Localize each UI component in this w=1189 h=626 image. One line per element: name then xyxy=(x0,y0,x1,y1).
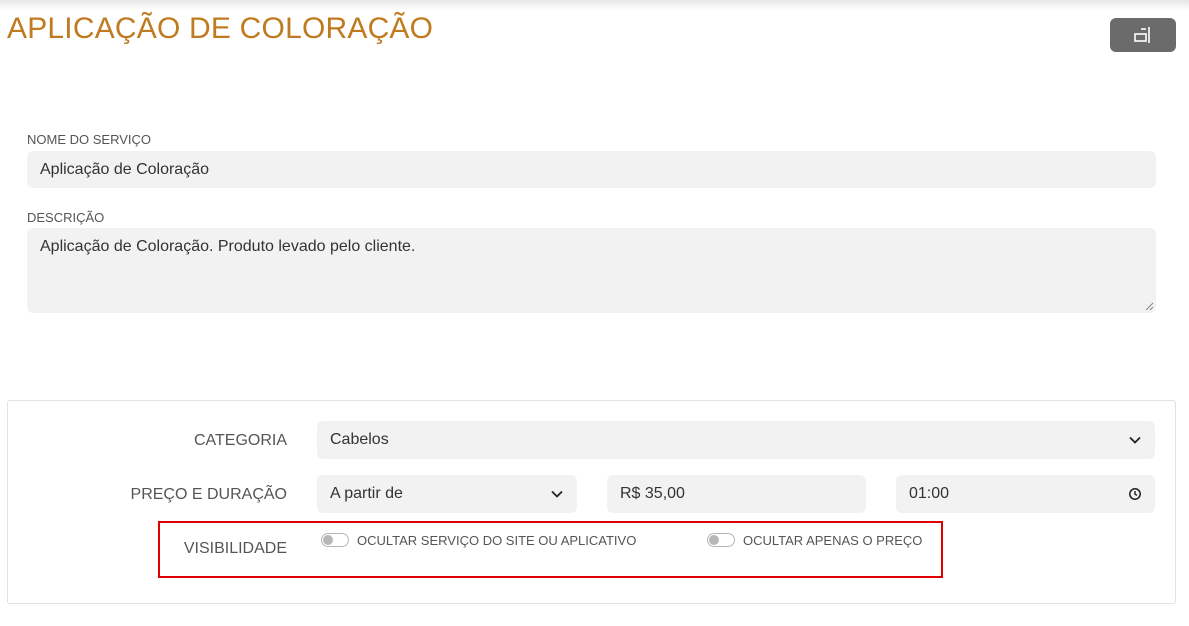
chevron-down-icon xyxy=(1129,436,1141,444)
highlight-annotation-box xyxy=(158,521,943,578)
service-name-label: NOME DO SERVIÇO xyxy=(27,132,152,147)
service-name-input[interactable]: Aplicação de Coloração xyxy=(27,151,1156,188)
category-label: CATEGORIA xyxy=(193,432,287,449)
chevron-down-icon xyxy=(551,490,563,498)
price-type-value: A partir de xyxy=(330,485,403,502)
category-select[interactable]: Cabelos xyxy=(317,421,1155,459)
duration-input[interactable]: 01:00 xyxy=(896,475,1155,513)
page-title: APLICAÇÃO DE COLORAÇÃO xyxy=(7,12,434,45)
category-value: Cabelos xyxy=(330,431,389,448)
clock-icon[interactable] xyxy=(1128,487,1142,501)
description-textarea[interactable]: Aplicação de Coloração. Produto levado p… xyxy=(27,228,1156,313)
price-type-select[interactable]: A partir de xyxy=(317,475,577,513)
price-input[interactable]: R$ 35,00 xyxy=(607,475,866,513)
sidebar-panel-icon xyxy=(1134,27,1150,43)
description-text: Aplicação de Coloração. Produto levado p… xyxy=(40,238,416,255)
top-shadow xyxy=(0,0,1189,10)
description-label: DESCRIÇÃO xyxy=(27,210,105,225)
duration-value: 01:00 xyxy=(909,485,950,502)
price-duration-label: PREÇO E DURAÇÃO xyxy=(130,486,287,503)
resize-grip-icon[interactable] xyxy=(1145,302,1154,311)
sidebar-toggle-button[interactable] xyxy=(1110,18,1176,52)
price-value: R$ 35,00 xyxy=(620,485,685,502)
